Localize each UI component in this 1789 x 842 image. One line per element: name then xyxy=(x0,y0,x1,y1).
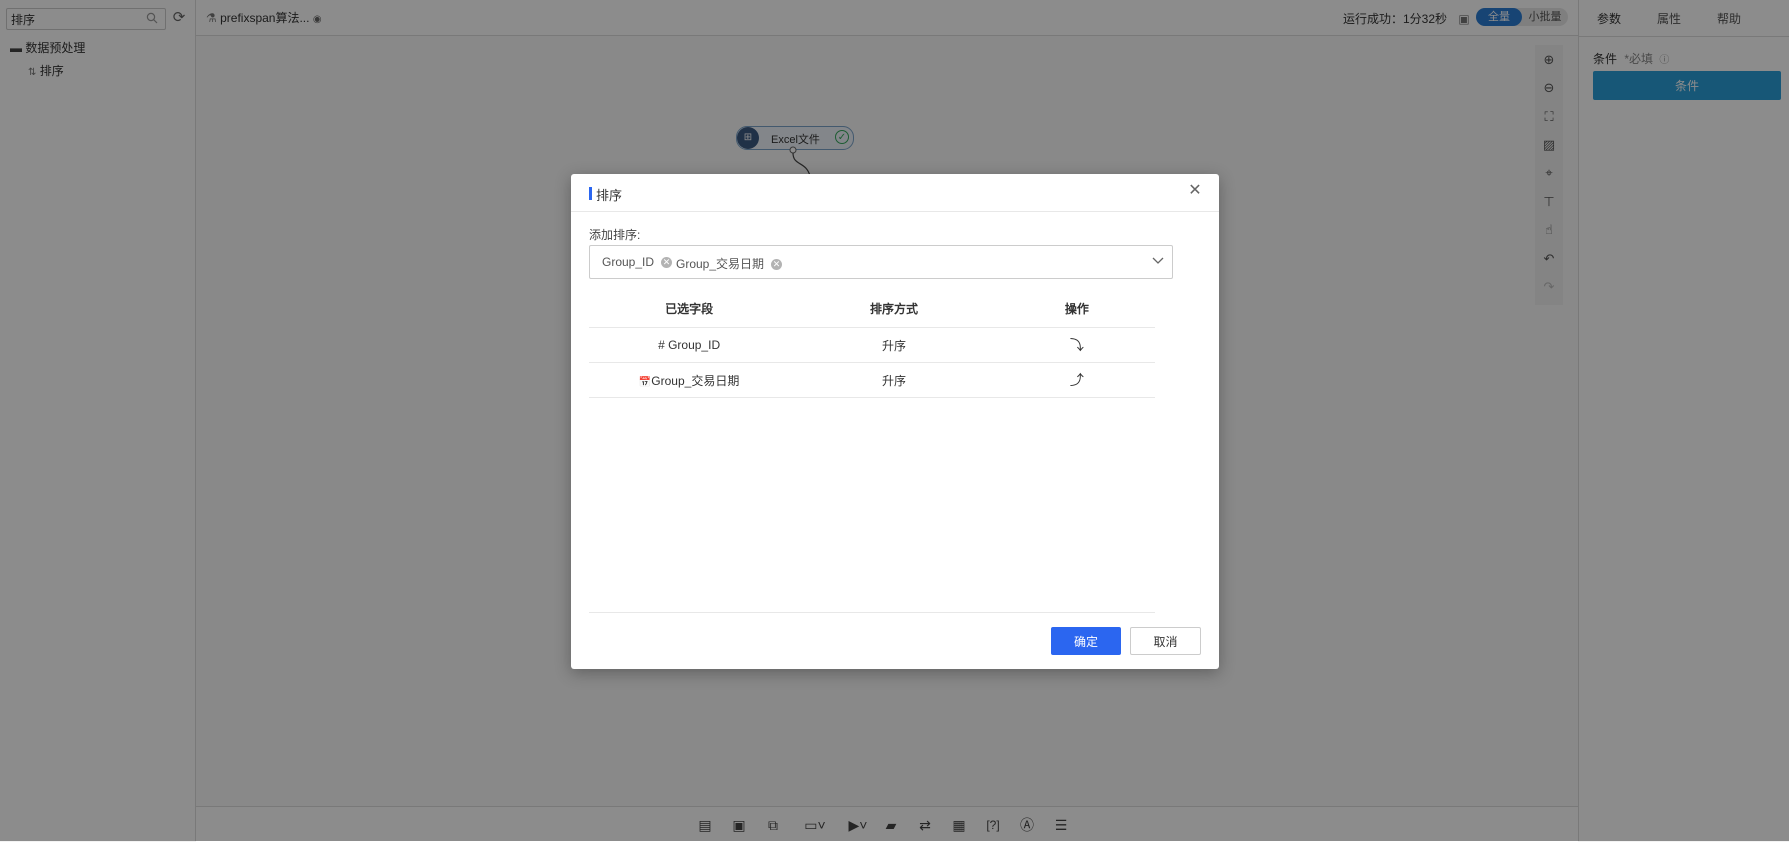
col-field: 已选字段 xyxy=(589,290,790,328)
title-accent xyxy=(589,187,592,200)
footer-divider xyxy=(589,612,1155,613)
cancel-button[interactable]: 取消 xyxy=(1130,627,1201,655)
ok-button[interactable]: 确定 xyxy=(1051,627,1121,655)
chip-label: Group_交易日期 xyxy=(676,257,765,271)
move-down-icon[interactable]: ⤵ xyxy=(1070,337,1084,353)
order-cell[interactable]: 升序 xyxy=(789,362,999,398)
field-cell: 📅Group_交易日期 xyxy=(589,362,790,398)
table-header: 已选字段 排序方式 操作 xyxy=(589,290,1155,328)
field-cell: # Group_ID xyxy=(589,327,790,363)
field-select[interactable]: Group_ID ✕ Group_交易日期 ✕ xyxy=(589,245,1173,279)
order-cell[interactable]: 升序 xyxy=(789,327,999,363)
action-cell: ⤴ xyxy=(998,362,1155,398)
move-up-icon[interactable]: ⤴ xyxy=(1070,372,1084,388)
hash-icon: # xyxy=(658,338,669,352)
remove-chip-icon[interactable]: ✕ xyxy=(771,259,783,270)
table-row: # Group_ID 升序 ⤵ xyxy=(589,327,1155,363)
chip-label: Group_ID xyxy=(602,255,655,269)
chevron-down-icon[interactable] xyxy=(1152,254,1164,268)
add-sort-label: 添加排序: xyxy=(589,228,641,242)
calendar-icon: 📅 xyxy=(638,376,652,388)
action-cell: ⤵ xyxy=(998,327,1155,363)
dialog-header: 排序 ✕ xyxy=(571,174,1219,212)
sort-table: 已选字段 排序方式 操作 # Group_ID 升序 ⤵ 📅Group_交易日期… xyxy=(589,290,1155,398)
sort-dialog: 排序 ✕ 添加排序: Group_ID ✕ Group_交易日期 ✕ 已选字段 排序… xyxy=(571,174,1219,669)
col-action: 操作 xyxy=(998,290,1155,328)
close-icon[interactable]: ✕ xyxy=(1186,182,1204,200)
table-row: 📅Group_交易日期 升序 ⤴ xyxy=(589,362,1155,398)
col-order: 排序方式 xyxy=(789,290,999,328)
chip-group-date: Group_交易日期 ✕ xyxy=(676,255,783,272)
chip-group-id: Group_ID ✕ xyxy=(602,255,673,269)
field-name: Group_ID xyxy=(668,338,721,352)
field-name: Group_交易日期 xyxy=(651,373,740,388)
dialog-title: 排序 xyxy=(596,188,623,203)
remove-chip-icon[interactable]: ✕ xyxy=(661,257,673,268)
